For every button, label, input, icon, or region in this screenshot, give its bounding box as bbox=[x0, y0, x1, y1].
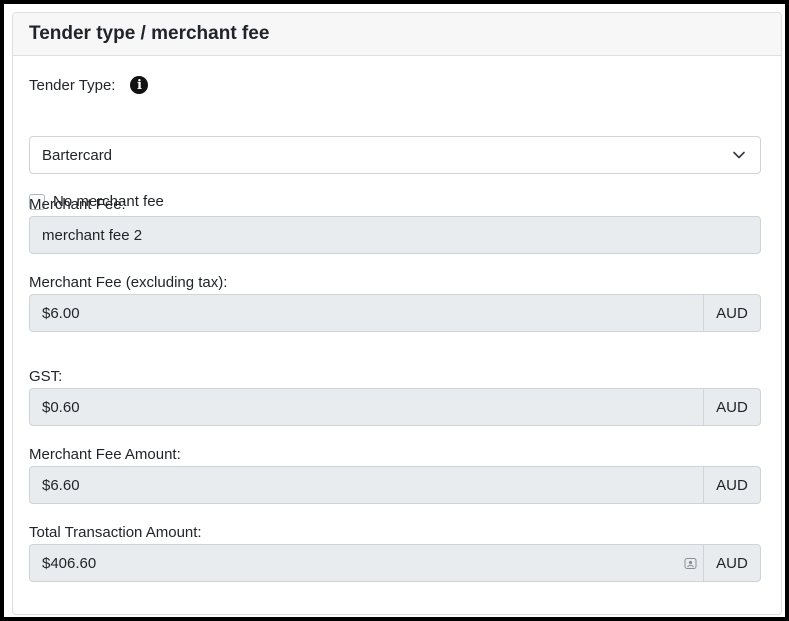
fee-amount-group: $6.60 AUD bbox=[29, 466, 761, 504]
total-group: $406.60 AUD bbox=[29, 544, 761, 582]
merchant-fee-value: merchant fee 2 bbox=[42, 226, 143, 244]
fee-amount-input[interactable]: $6.60 bbox=[29, 466, 703, 504]
total-input[interactable]: $406.60 bbox=[29, 544, 703, 582]
gst-currency: AUD bbox=[703, 388, 761, 426]
window-frame: Tender type / merchant fee Tender Type: … bbox=[0, 0, 789, 621]
gst-value: $0.60 bbox=[42, 398, 80, 416]
fee-amount-label: Merchant Fee Amount: bbox=[29, 446, 181, 463]
tender-type-selected: Bartercard bbox=[42, 146, 113, 164]
merchant-fee-field[interactable]: merchant fee 2 bbox=[29, 216, 761, 254]
merchant-fee-label: Merchant Fee: bbox=[29, 196, 126, 213]
fee-amount-value: $6.60 bbox=[42, 476, 80, 494]
tender-type-label: Tender Type: i bbox=[29, 76, 149, 94]
card-header: Tender type / merchant fee bbox=[13, 13, 781, 56]
card-title: Tender type / merchant fee bbox=[29, 23, 270, 44]
gst-input[interactable]: $0.60 bbox=[29, 388, 703, 426]
chevron-down-icon bbox=[733, 151, 745, 159]
fee-ex-tax-currency: AUD bbox=[703, 294, 761, 332]
total-currency: AUD bbox=[703, 544, 761, 582]
total-label: Total Transaction Amount: bbox=[29, 524, 202, 541]
total-value: $406.60 bbox=[42, 554, 97, 572]
fee-amount-currency: AUD bbox=[703, 466, 761, 504]
fee-ex-tax-label: Merchant Fee (excluding tax): bbox=[29, 274, 228, 291]
contact-card-icon[interactable] bbox=[684, 557, 697, 570]
info-circle-icon[interactable]: i bbox=[130, 76, 149, 94]
gst-label: GST: bbox=[29, 368, 63, 385]
fee-ex-tax-group: $6.00 AUD bbox=[29, 294, 761, 332]
tender-type-label-text: Tender Type: bbox=[29, 76, 116, 94]
fee-ex-tax-input[interactable]: $6.00 bbox=[29, 294, 703, 332]
gst-group: $0.60 AUD bbox=[29, 388, 761, 426]
tender-card: Tender type / merchant fee Tender Type: … bbox=[12, 12, 782, 615]
fee-ex-tax-value: $6.00 bbox=[42, 304, 80, 322]
tender-type-select[interactable]: Bartercard bbox=[29, 136, 761, 174]
